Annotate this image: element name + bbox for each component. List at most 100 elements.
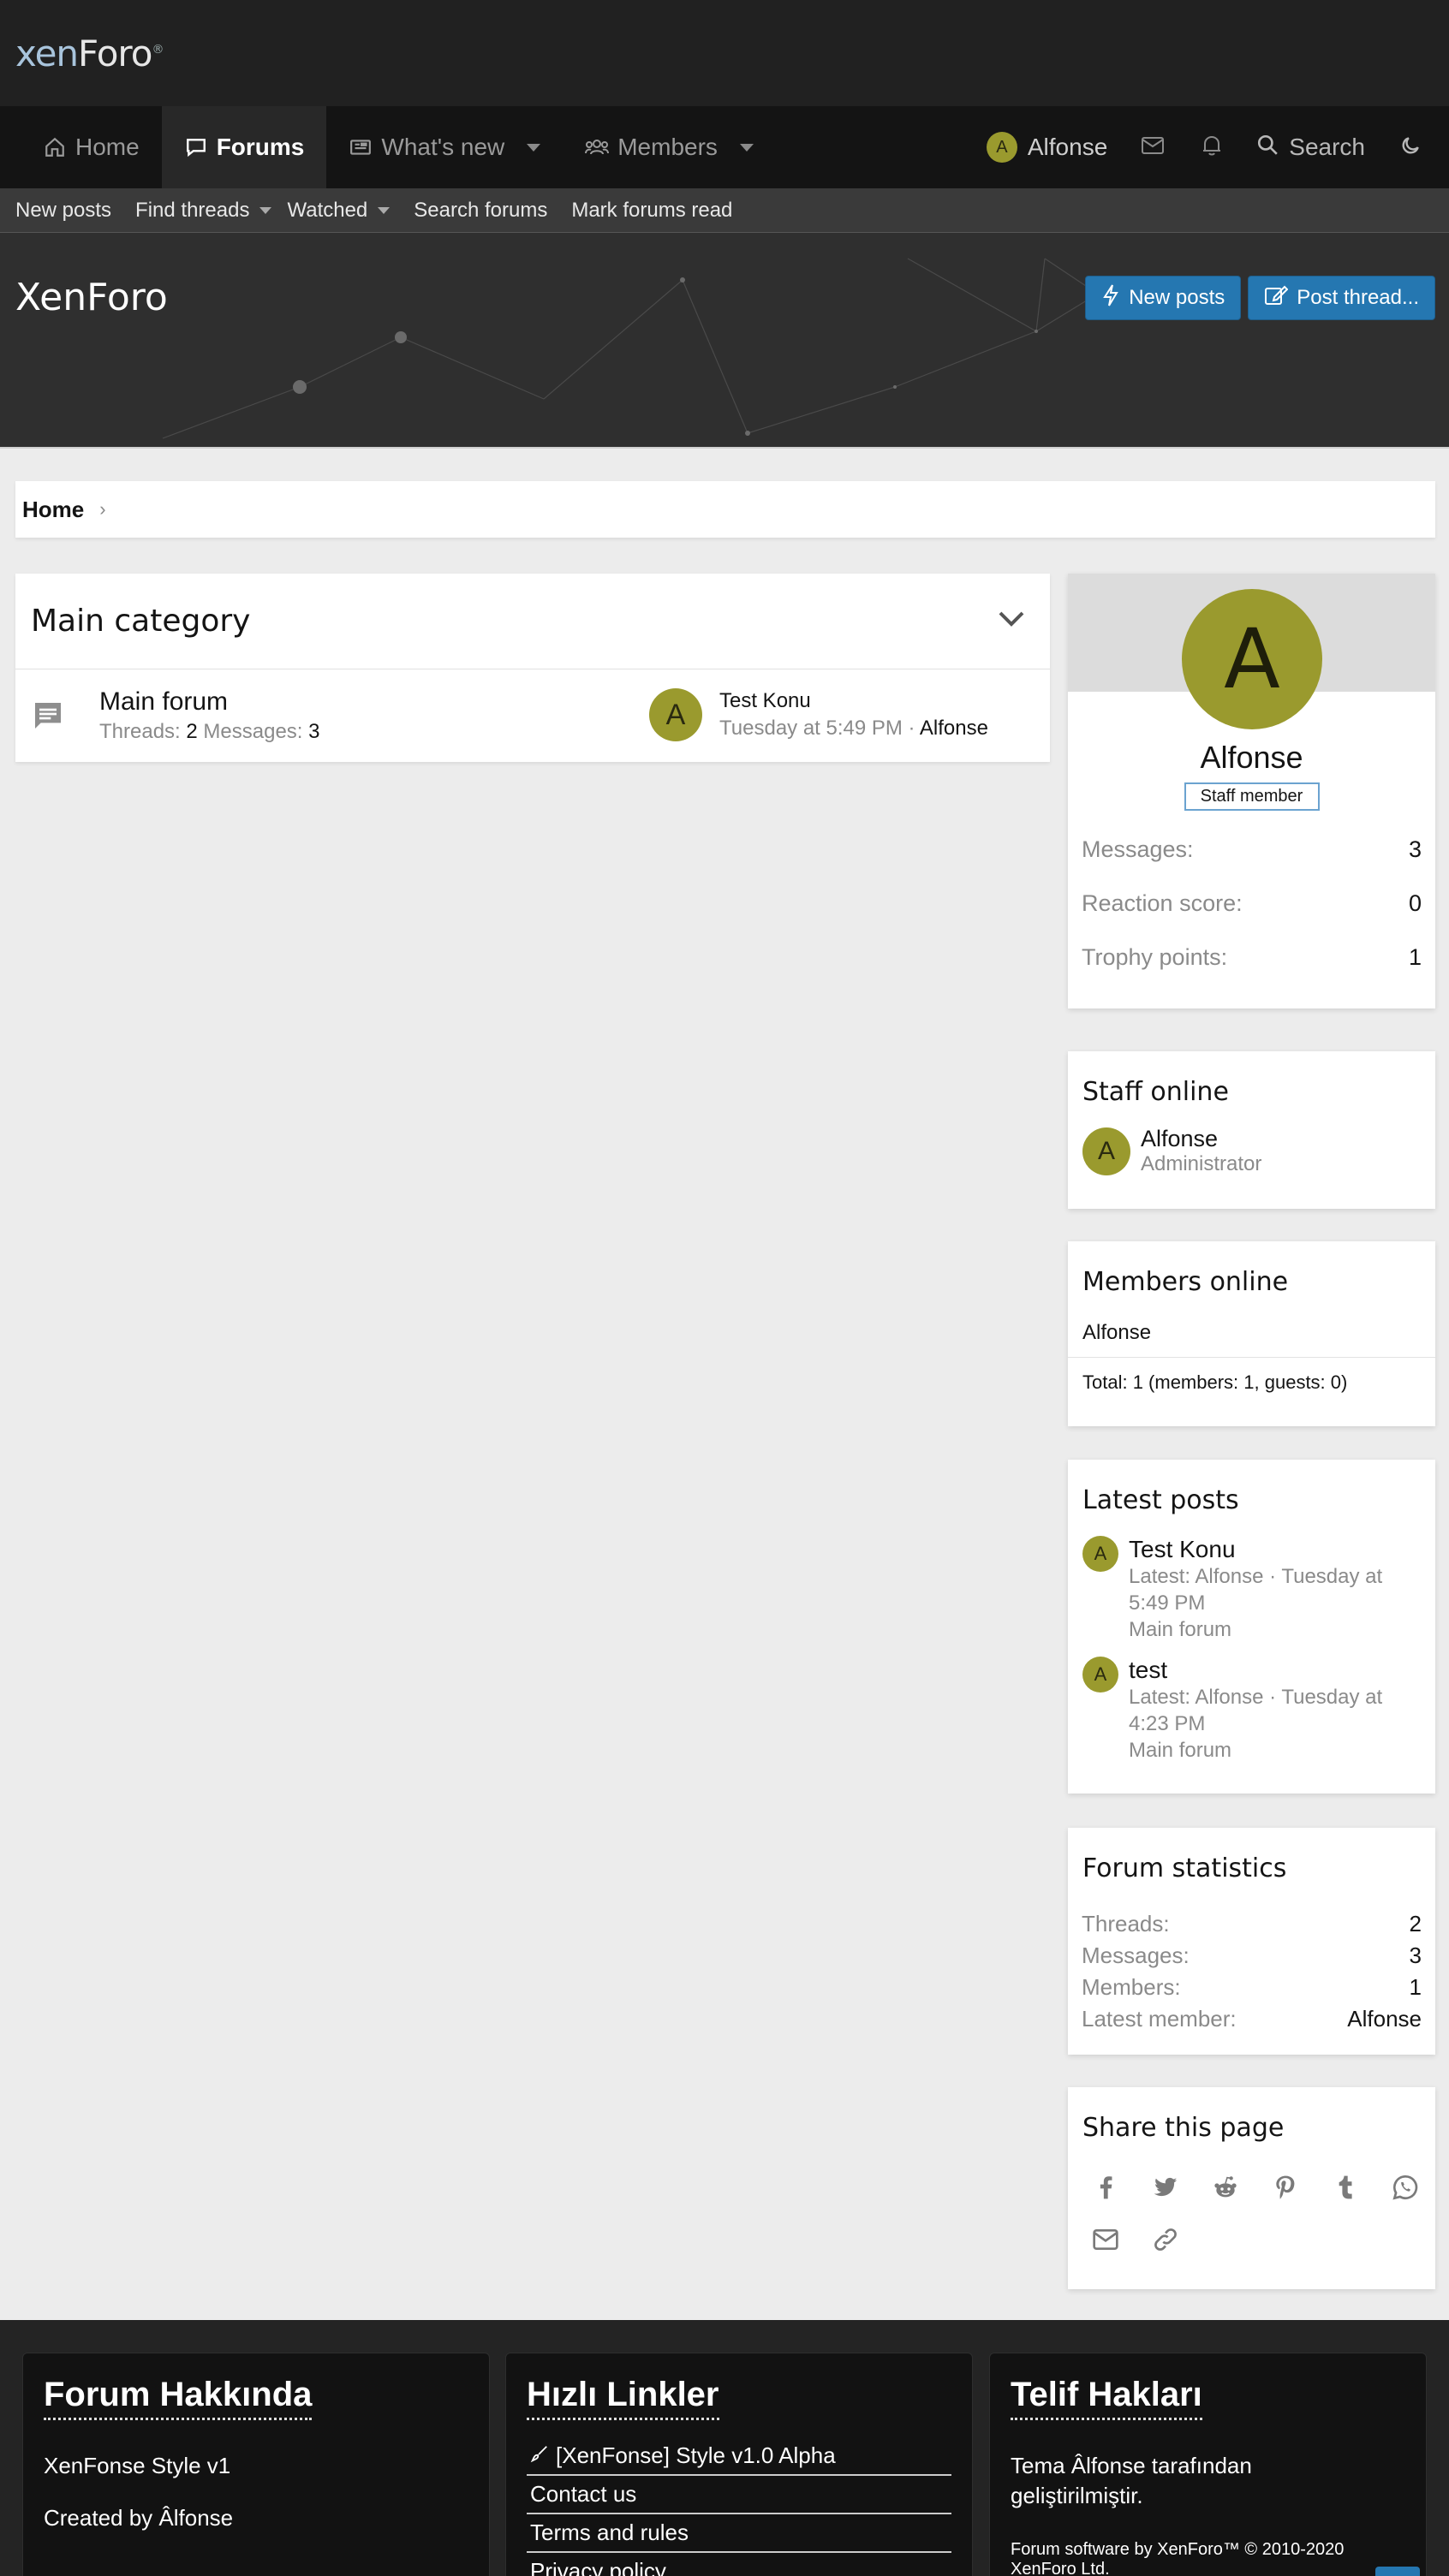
whatsapp-icon[interactable] [1392, 2174, 1419, 2205]
footer-software-credit[interactable]: Forum software by XenForo™ © 2010-2020 [1011, 2540, 1405, 2560]
pinterest-icon[interactable] [1272, 2174, 1299, 2205]
forums-icon [184, 135, 208, 159]
block-title[interactable]: Latest posts [1068, 1460, 1435, 1515]
staff-online-block: Staff online A Alfonse Administrator [1068, 1051, 1435, 1209]
visitor-profile-block: A Alfonse Staff member Messages: 3 React… [1068, 574, 1435, 1008]
lightning-icon [1101, 283, 1120, 312]
threads-label: Threads: [99, 720, 181, 743]
logo-text-foro: Foro [78, 32, 152, 74]
footer-link[interactable]: Contact us [527, 2476, 951, 2514]
latest-post-time[interactable]: 5:49 PM [1129, 1590, 1382, 1616]
block-title[interactable]: Members online [1068, 1241, 1435, 1297]
block-title[interactable]: Forum statistics [1068, 1828, 1435, 1883]
latest-post-time[interactable]: 4:23 PM [1129, 1710, 1382, 1737]
forum-row[interactable]: Main forum Threads: 2 Messages: 3 A Test… [15, 669, 1050, 762]
home-icon [43, 135, 67, 159]
post-thread-button[interactable]: Post thread... [1248, 276, 1435, 320]
latest-post-forum-link[interactable]: Main forum [1129, 1616, 1382, 1643]
subnav-search-forums[interactable]: Search forums [414, 199, 547, 223]
subnav-find-threads[interactable]: Find threads [135, 198, 272, 223]
reddit-icon[interactable] [1212, 2174, 1239, 2205]
latest-member-link[interactable]: Alfonse [1347, 2006, 1422, 2032]
bell-icon [1202, 134, 1222, 161]
last-post-title-link[interactable]: Test Konu [719, 689, 988, 713]
latest-post-forum-link[interactable]: Main forum [1129, 1737, 1382, 1764]
subnav-search-forums-label: Search forums [414, 198, 548, 222]
footer-copyright-line: geliştirilmiştir. [1011, 2483, 1143, 2508]
subnav-watched-label: Watched [287, 198, 368, 222]
collapse-chevron-icon[interactable] [997, 610, 1026, 633]
forum-stat-row: Members: 1 [1068, 1974, 1435, 2001]
forum-category-block: Main category Main forum Threads: 2 Mess… [15, 574, 1050, 762]
tab-forums[interactable]: Forums [161, 106, 327, 188]
page-header-banner: XenForo New posts Post thread... [0, 233, 1449, 449]
twitter-icon[interactable] [1152, 2174, 1179, 2205]
chevron-down-icon[interactable] [739, 143, 754, 152]
latest-post-meta: Latest: Alfonse · Tuesday at [1129, 1565, 1383, 1588]
avatar[interactable]: A [1082, 1127, 1130, 1175]
subnav-mark-forums-read[interactable]: Mark forums read [571, 199, 732, 223]
stat-label: Messages: [1082, 836, 1194, 862]
stat-value[interactable]: 0 [1409, 890, 1422, 917]
stat-value: 2 [1409, 1911, 1422, 1936]
category-title[interactable]: Main category [31, 604, 250, 639]
scroll-to-top-button[interactable] [1375, 2567, 1420, 2576]
stat-value[interactable]: 1 [1409, 944, 1422, 971]
profile-username[interactable]: Alfonse [1068, 740, 1435, 776]
last-post-time[interactable]: Tuesday at 5:49 PM · [719, 717, 915, 740]
tab-forums-label: Forums [216, 134, 305, 160]
breadcrumb: Home › [15, 481, 1435, 538]
theme-toggle-button[interactable] [1380, 106, 1449, 188]
footer-link[interactable]: Terms and rules [527, 2514, 951, 2553]
forum-stat-row: Messages: 3 [1068, 1942, 1435, 1969]
latest-posts-block: Latest posts A Test Konu Latest: Alfonse… [1068, 1460, 1435, 1794]
footer-link[interactable]: [XenFonse] Style v1.0 Alpha [527, 2437, 951, 2476]
search-button[interactable]: Search [1241, 106, 1380, 188]
category-header[interactable]: Main category [15, 574, 1050, 669]
members-online-block: Members online Alfonse Total: 1 (members… [1068, 1241, 1435, 1426]
footer-about-box: Forum Hakkında XenFonse Style v1 Created… [22, 2353, 490, 2576]
subnav-new-posts[interactable]: New posts [15, 199, 111, 223]
tumblr-icon[interactable] [1332, 2174, 1359, 2205]
staff-member-role: Administrator [1141, 1152, 1262, 1175]
footer-link[interactable]: Privacy policy [527, 2553, 951, 2576]
inbox-button[interactable] [1123, 106, 1183, 188]
latest-post-title-link[interactable]: Test Konu [1129, 1536, 1382, 1563]
alerts-button[interactable] [1183, 106, 1241, 188]
stat-label: Threads: [1082, 1911, 1170, 1936]
footer-about-line: Created by Âlfonse [44, 2505, 234, 2531]
tab-members[interactable]: Members [563, 106, 776, 188]
staff-member-name[interactable]: Alfonse [1141, 1126, 1261, 1152]
latest-post-title-link[interactable]: test [1129, 1657, 1382, 1684]
footer-copyright-title: Telif Hakları [1011, 2376, 1202, 2420]
chevron-down-icon[interactable] [527, 143, 541, 152]
tab-home[interactable]: Home [21, 106, 162, 188]
breadcrumb-home[interactable]: Home [22, 497, 84, 523]
account-menu[interactable]: A Alfonse [971, 106, 1123, 188]
staff-member-row: A Alfonse Administrator [1068, 1126, 1435, 1176]
edit-icon [1264, 284, 1289, 312]
avatar[interactable]: A [1182, 589, 1322, 729]
avatar[interactable]: A [649, 688, 702, 741]
last-post-user-link[interactable]: Alfonse [920, 717, 988, 740]
subnav-find-threads-label: Find threads [135, 198, 250, 222]
latest-post-meta: Latest: Alfonse · Tuesday at [1129, 1686, 1383, 1709]
subnav-watched[interactable]: Watched [287, 198, 391, 223]
block-title[interactable]: Staff online [1068, 1051, 1435, 1107]
avatar[interactable]: A [1082, 1657, 1118, 1693]
tab-whats-new[interactable]: What's new [326, 106, 563, 188]
new-posts-button[interactable]: New posts [1085, 276, 1242, 320]
avatar[interactable]: A [1082, 1536, 1118, 1572]
link-icon[interactable] [1152, 2226, 1179, 2258]
members-icon [585, 135, 610, 159]
stat-label: Reaction score: [1082, 890, 1243, 916]
facebook-icon[interactable] [1092, 2174, 1119, 2205]
stat-value[interactable]: 3 [1409, 836, 1422, 863]
online-member-link[interactable]: Alfonse [1068, 1297, 1435, 1345]
forum-title-link[interactable]: Main forum [99, 687, 320, 717]
main-navbar: Home Forums What's new Members A Alfonse [0, 106, 1449, 188]
email-icon[interactable] [1092, 2226, 1119, 2258]
moon-icon [1399, 134, 1422, 161]
site-logo[interactable]: xenForo® [15, 32, 164, 74]
online-total: Total: 1 (members: 1, guests: 0) [1068, 1357, 1435, 1394]
